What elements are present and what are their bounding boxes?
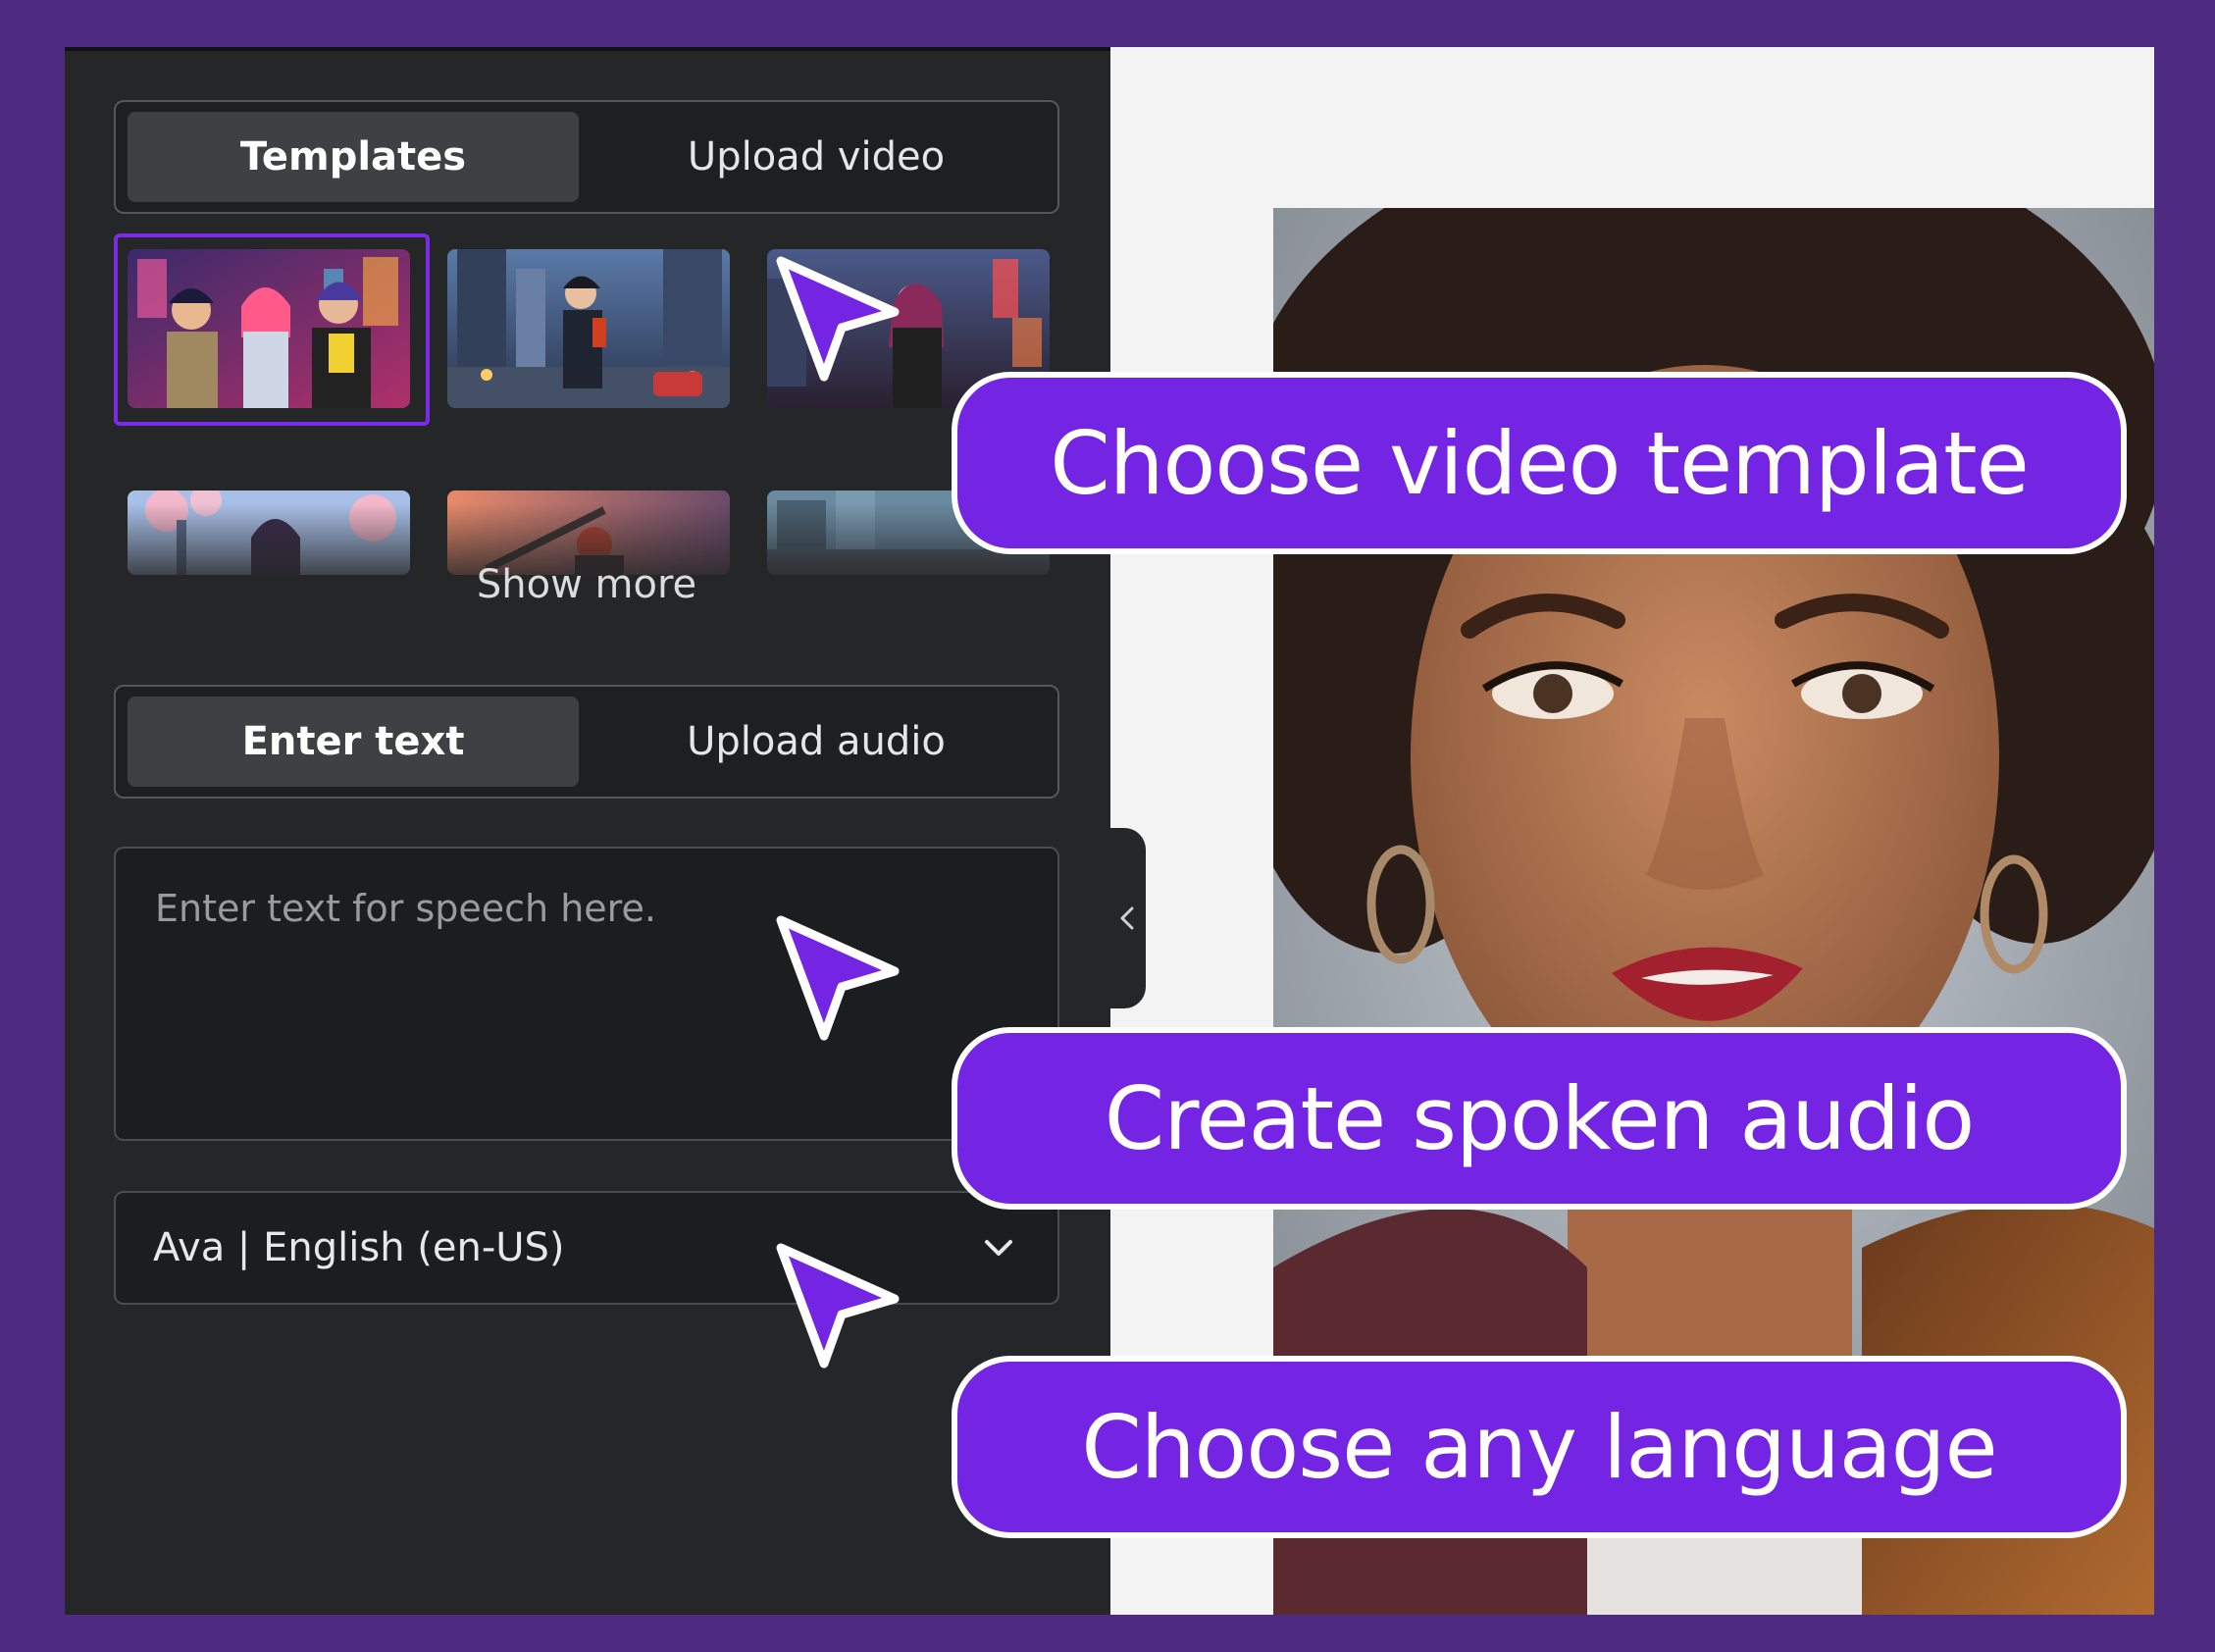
callout-create-audio: Create spoken audio: [952, 1027, 2127, 1210]
voice-language-select[interactable]: Ava | English (en-US): [114, 1191, 1059, 1305]
tab-templates[interactable]: Templates: [128, 112, 579, 202]
template-selected-outline: [114, 233, 430, 426]
pointer-arrow-icon: [776, 915, 900, 1041]
pointer-arrow-icon: [776, 256, 900, 382]
voice-selected-value: Ava | English (en-US): [153, 1225, 565, 1270]
chevron-left-icon: [1120, 906, 1134, 930]
media-source-tabs: Templates Upload video: [114, 100, 1059, 214]
chevron-down-icon: [985, 1240, 1012, 1256]
audio-source-tabs: Enter text Upload audio: [114, 685, 1059, 799]
show-more-button[interactable]: Show more: [114, 555, 1059, 614]
template-thumb-2[interactable]: [447, 249, 730, 408]
pointer-arrow-icon: [776, 1243, 900, 1368]
app-window: Templates Upload video Show more Enter t…: [65, 47, 2154, 1615]
callout-choose-language: Choose any language: [952, 1356, 2127, 1538]
tab-enter-text[interactable]: Enter text: [128, 697, 579, 787]
tab-upload-video[interactable]: Upload video: [591, 112, 1042, 202]
panel-top-border: [65, 47, 1110, 51]
callout-choose-template: Choose video template: [952, 372, 2127, 554]
collapse-panel-handle[interactable]: [1110, 828, 1146, 1008]
speech-text-area[interactable]: [114, 847, 1059, 1141]
avatar-sidebar-panel: Templates Upload video Show more Enter t…: [65, 47, 1110, 1615]
tab-upload-audio[interactable]: Upload audio: [591, 697, 1042, 787]
